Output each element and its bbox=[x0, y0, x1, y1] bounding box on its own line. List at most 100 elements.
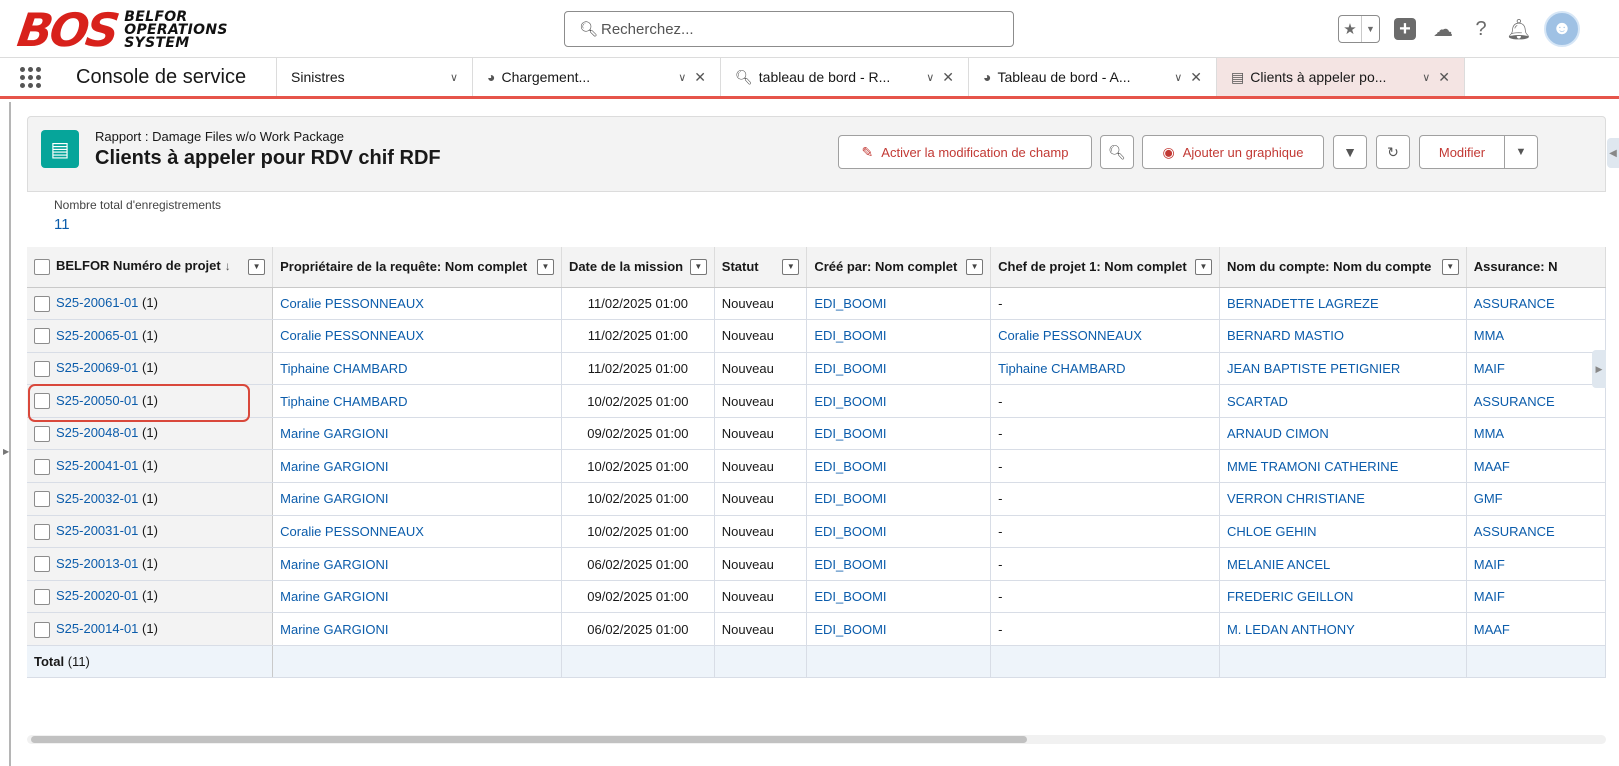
owner-link[interactable]: Marine GARGIONI bbox=[280, 622, 388, 637]
close-icon[interactable]: ✕ bbox=[1190, 69, 1202, 86]
scroll-right-button[interactable]: ▶ bbox=[1592, 350, 1606, 388]
trailhead-icon[interactable]: ☁ bbox=[1430, 15, 1456, 43]
project-number-link[interactable]: S25-20013-01 bbox=[56, 556, 138, 571]
column-header-project-manager[interactable]: Chef de projet 1: Nom complet ▼ bbox=[990, 247, 1220, 288]
row-checkbox[interactable] bbox=[34, 491, 50, 508]
account-name-link[interactable]: MELANIE ANCEL bbox=[1227, 557, 1330, 572]
account-name-link[interactable]: CHLOE GEHIN bbox=[1227, 524, 1317, 539]
project-number-link[interactable]: S25-20032-01 bbox=[56, 491, 138, 506]
chevron-down-icon[interactable]: ∨ bbox=[926, 71, 934, 84]
chevron-down-icon[interactable]: ∨ bbox=[1422, 71, 1430, 84]
tab-chargement[interactable]: ◕ Chargement... ∨ ✕ bbox=[472, 58, 720, 96]
row-checkbox[interactable] bbox=[34, 328, 50, 345]
owner-link[interactable]: Coralie PESSONNEAUX bbox=[280, 524, 424, 539]
chevron-down-icon[interactable]: ∨ bbox=[678, 71, 686, 84]
column-header-insurance[interactable]: Assurance: N bbox=[1466, 247, 1606, 288]
account-name-link[interactable]: BERNARD MASTIO bbox=[1227, 328, 1344, 343]
app-launcher-button[interactable] bbox=[0, 58, 60, 96]
insurance-link[interactable]: MAIF bbox=[1474, 589, 1505, 604]
account-name-link[interactable]: M. LEDAN ANTHONY bbox=[1227, 622, 1355, 637]
project-number-link[interactable]: S25-20020-01 bbox=[56, 588, 138, 603]
row-checkbox[interactable] bbox=[34, 621, 50, 638]
project-number-link[interactable]: S25-20065-01 bbox=[56, 328, 138, 343]
created-by-link[interactable]: EDI_BOOMI bbox=[814, 361, 886, 376]
horizontal-scrollbar[interactable] bbox=[27, 735, 1606, 744]
project-number-link[interactable]: S25-20048-01 bbox=[56, 425, 138, 440]
account-name-link[interactable]: VERRON CHRISTIANE bbox=[1227, 491, 1365, 506]
notification-bell-icon[interactable]: 🔔︎ bbox=[1506, 15, 1532, 43]
insurance-link[interactable]: ASSURANCE bbox=[1474, 296, 1555, 311]
created-by-link[interactable]: EDI_BOOMI bbox=[814, 394, 886, 409]
project-number-link[interactable]: S25-20041-01 bbox=[56, 458, 138, 473]
account-name-link[interactable]: BERNADETTE LAGREZE bbox=[1227, 296, 1379, 311]
row-checkbox[interactable] bbox=[34, 425, 50, 442]
created-by-link[interactable]: EDI_BOOMI bbox=[814, 426, 886, 441]
favorites-group[interactable]: ★ ▼ bbox=[1338, 15, 1380, 43]
close-icon[interactable]: ✕ bbox=[942, 69, 954, 86]
created-by-link[interactable]: EDI_BOOMI bbox=[814, 622, 886, 637]
account-name-link[interactable]: SCARTAD bbox=[1227, 394, 1288, 409]
project-manager-value[interactable]: Tiphaine CHAMBARD bbox=[998, 361, 1125, 376]
row-checkbox[interactable] bbox=[34, 458, 50, 475]
global-search-input[interactable] bbox=[601, 20, 981, 38]
tab-tableau-de-bord-a[interactable]: ◕ Tableau de bord - A... ∨ ✕ bbox=[968, 58, 1216, 96]
enable-field-edit-button[interactable]: ✎ Activer la modification de champ bbox=[838, 135, 1092, 169]
account-name-link[interactable]: JEAN BAPTISTE PETIGNIER bbox=[1227, 361, 1400, 376]
column-menu-chevron-icon[interactable]: ▼ bbox=[248, 258, 266, 275]
project-number-link[interactable]: S25-20050-01 bbox=[56, 393, 138, 408]
project-number-link[interactable]: S25-20014-01 bbox=[56, 621, 138, 636]
owner-link[interactable]: Marine GARGIONI bbox=[280, 459, 388, 474]
owner-link[interactable]: Tiphaine CHAMBARD bbox=[280, 361, 407, 376]
column-header-owner[interactable]: Propriétaire de la requête: Nom complet ▼ bbox=[272, 247, 562, 288]
project-manager-value[interactable]: Coralie PESSONNEAUX bbox=[998, 328, 1142, 343]
tab-clients-a-appeler[interactable]: ▤ Clients à appeler po... ∨ ✕ bbox=[1216, 58, 1464, 96]
search-report-button[interactable]: 🔍︎ bbox=[1100, 135, 1134, 169]
column-menu-chevron-icon[interactable]: ▼ bbox=[1441, 258, 1459, 275]
row-checkbox[interactable] bbox=[34, 556, 50, 573]
owner-link[interactable]: Coralie PESSONNEAUX bbox=[280, 296, 424, 311]
created-by-link[interactable]: EDI_BOOMI bbox=[814, 491, 886, 506]
column-menu-chevron-icon[interactable]: ▼ bbox=[966, 258, 984, 275]
owner-link[interactable]: Coralie PESSONNEAUX bbox=[280, 328, 424, 343]
filter-button[interactable]: ▼ bbox=[1333, 135, 1367, 169]
select-all-checkbox[interactable] bbox=[34, 259, 50, 276]
account-name-link[interactable]: ARNAUD CIMON bbox=[1227, 426, 1329, 441]
chevron-down-icon[interactable]: ∨ bbox=[1174, 71, 1182, 84]
column-header-status[interactable]: Statut ▼ bbox=[714, 247, 808, 288]
avatar[interactable]: ☻ bbox=[1544, 11, 1580, 47]
account-name-link[interactable]: FREDERIC GEILLON bbox=[1227, 589, 1353, 604]
chevron-down-icon[interactable]: ∨ bbox=[450, 71, 458, 84]
owner-link[interactable]: Marine GARGIONI bbox=[280, 426, 388, 441]
global-actions-button[interactable]: + bbox=[1392, 15, 1418, 43]
column-header-account-name[interactable]: Nom du compte: Nom du compte ▼ bbox=[1219, 247, 1467, 288]
insurance-link[interactable]: MAAF bbox=[1474, 622, 1510, 637]
tab-sinistres[interactable]: Sinistres ∨ bbox=[276, 58, 472, 96]
project-number-link[interactable]: S25-20031-01 bbox=[56, 523, 138, 538]
column-header-mission-date[interactable]: Date de la mission ▼ bbox=[561, 247, 715, 288]
created-by-link[interactable]: EDI_BOOMI bbox=[814, 589, 886, 604]
insurance-link[interactable]: MAAF bbox=[1474, 459, 1510, 474]
owner-link[interactable]: Tiphaine CHAMBARD bbox=[280, 394, 407, 409]
close-icon[interactable]: ✕ bbox=[1438, 69, 1450, 86]
created-by-link[interactable]: EDI_BOOMI bbox=[814, 557, 886, 572]
insurance-link[interactable]: MAIF bbox=[1474, 557, 1505, 572]
owner-link[interactable]: Marine GARGIONI bbox=[280, 557, 388, 572]
project-number-link[interactable]: S25-20061-01 bbox=[56, 295, 138, 310]
insurance-link[interactable]: MMA bbox=[1474, 426, 1504, 441]
created-by-link[interactable]: EDI_BOOMI bbox=[814, 328, 886, 343]
scrollbar-thumb[interactable] bbox=[31, 736, 1027, 743]
insurance-link[interactable]: GMF bbox=[1474, 491, 1503, 506]
close-icon[interactable]: ✕ bbox=[694, 69, 706, 86]
column-menu-chevron-icon[interactable]: ▼ bbox=[689, 258, 707, 275]
insurance-link[interactable]: MAIF bbox=[1474, 361, 1505, 376]
belfor-logo[interactable]: BOS BELFOR OPERATIONS SYSTEM bbox=[14, 3, 228, 57]
collapse-panel-tab[interactable]: ◀ bbox=[1607, 138, 1619, 168]
help-icon[interactable]: ? bbox=[1468, 15, 1494, 43]
caret-right-icon[interactable]: ▶ bbox=[3, 447, 9, 456]
sort-down-icon[interactable]: ↓ bbox=[225, 259, 231, 273]
row-checkbox[interactable] bbox=[34, 360, 50, 377]
refresh-button[interactable]: ↻ bbox=[1376, 135, 1410, 169]
row-checkbox[interactable] bbox=[34, 588, 50, 605]
report-table-viewport[interactable]: BELFOR Numéro de projet ↓ ▼ Propriétaire … bbox=[27, 247, 1606, 679]
column-menu-chevron-icon[interactable]: ▼ bbox=[536, 258, 554, 275]
